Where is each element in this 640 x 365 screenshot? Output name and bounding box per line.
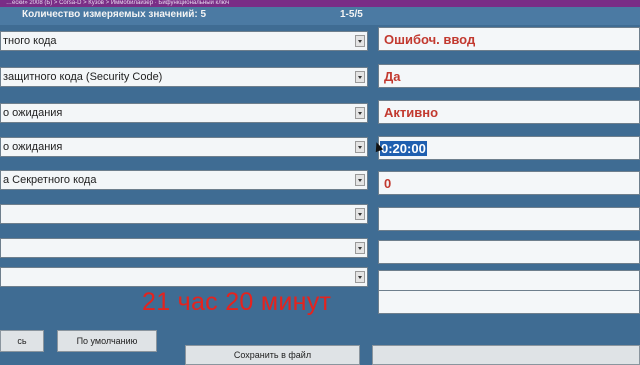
right-button[interactable] xyxy=(372,345,640,365)
parameter-select-6[interactable] xyxy=(0,204,368,224)
parameter-value: Да xyxy=(384,69,401,84)
parameter-select-2[interactable]: защитного кода (Security Code) xyxy=(0,67,368,87)
parameter-label: о ожидания xyxy=(3,107,63,119)
chevron-down-icon[interactable] xyxy=(355,35,365,47)
overlay-caption: 21 час 20 минут xyxy=(142,288,332,316)
value-field-9 xyxy=(378,290,640,314)
parameter-label: защитного кода (Security Code) xyxy=(3,71,163,83)
left-partial-button[interactable]: сь xyxy=(0,330,44,352)
page-indicator: 1-5/5 xyxy=(340,9,363,20)
save-to-file-button[interactable]: Сохранить в файл xyxy=(185,345,360,365)
parameter-select-7[interactable] xyxy=(0,238,368,258)
chevron-down-icon[interactable] xyxy=(355,271,365,283)
parameter-value-selected[interactable]: 0:20:00 xyxy=(380,141,427,156)
value-field-6 xyxy=(378,207,640,231)
chevron-down-icon[interactable] xyxy=(355,107,365,119)
parameter-select-4[interactable]: о ожидания xyxy=(0,137,368,157)
parameter-label: а Секретного кода xyxy=(3,174,97,186)
value-field-2: Да xyxy=(378,64,640,88)
parameter-value: Ошибоч. ввод xyxy=(384,32,476,47)
chevron-down-icon[interactable] xyxy=(355,208,365,220)
value-field-1: Ошибоч. ввод xyxy=(378,27,640,51)
parameter-label: тного кода xyxy=(3,35,57,47)
measured-values-count: Количество измеряемых значений: 5 xyxy=(22,9,207,20)
parameter-select-3[interactable]: о ожидания xyxy=(0,103,368,123)
value-field-3: Активно xyxy=(378,100,640,124)
value-field-4[interactable]: 0:20:00 xyxy=(378,136,640,160)
chevron-down-icon[interactable] xyxy=(355,174,365,186)
parameter-select-8[interactable] xyxy=(0,267,368,287)
parameter-select-5[interactable]: а Секретного кода xyxy=(0,170,368,190)
parameter-value: 0 xyxy=(384,176,392,191)
default-button[interactable]: По умолчанию xyxy=(57,330,157,352)
parameter-select-1[interactable]: тного кода xyxy=(0,31,368,51)
breadcrumb: …ески» 2008 (Б) > Corsa-D > Кузов > Иммо… xyxy=(0,0,640,7)
chevron-down-icon[interactable] xyxy=(355,242,365,254)
chevron-down-icon[interactable] xyxy=(355,71,365,83)
value-field-7 xyxy=(378,240,640,264)
values-header: Количество измеряемых значений: 5 1-5/5 xyxy=(0,7,640,25)
parameter-label: о ожидания xyxy=(3,141,63,153)
value-field-5: 0 xyxy=(378,171,640,195)
chevron-down-icon[interactable] xyxy=(355,141,365,153)
parameter-value: Активно xyxy=(384,105,439,120)
